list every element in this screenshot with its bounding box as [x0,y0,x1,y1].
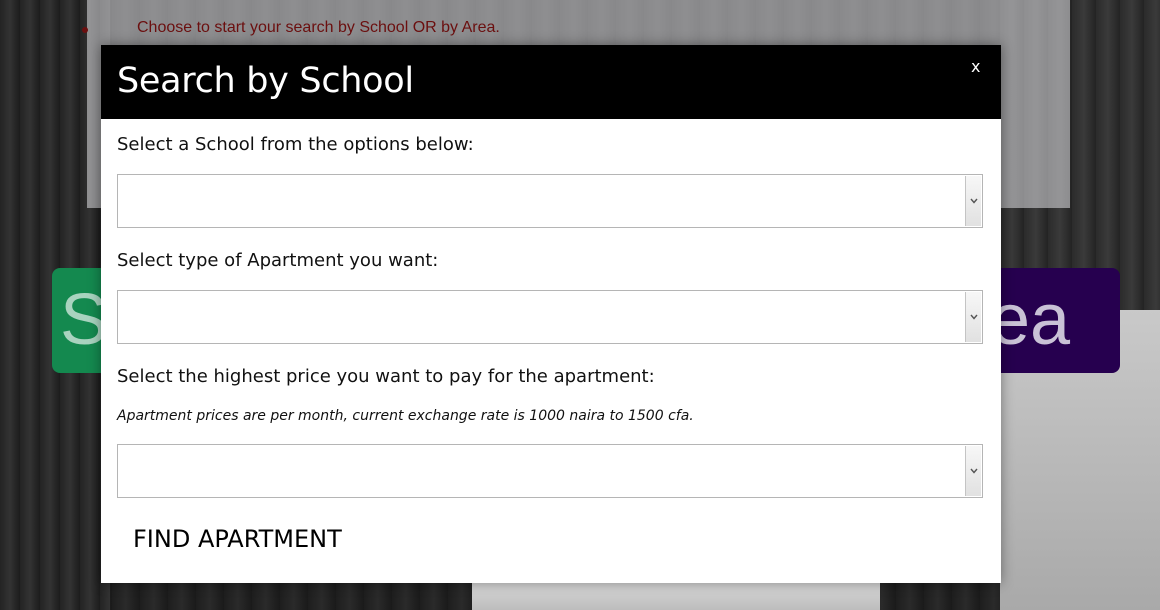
instruction-text: Choose to start your search by School OR… [137,19,500,36]
search-by-area-label: ea [990,280,1071,360]
school-select-label: Select a School from the options below: [117,134,474,155]
apartment-type-dropdown-arrow[interactable] [965,292,981,342]
apartment-type-label: Select type of Apartment you want: [117,250,439,271]
school-select[interactable] [117,174,983,228]
apartment-type-select[interactable] [117,290,983,344]
find-apartment-button[interactable]: FIND APARTMENT [117,519,358,559]
close-button[interactable]: x [971,57,980,76]
price-select-label: Select the highest price you want to pay… [117,366,655,387]
page: Choose to start your search by School OR… [0,0,1160,610]
chevron-down-icon [970,314,978,320]
chevron-down-icon [970,468,978,474]
bullet-icon [82,27,88,33]
price-dropdown-arrow[interactable] [965,446,981,496]
price-select[interactable] [117,444,983,498]
search-by-school-modal: Search by School x Select a School from … [101,45,1001,583]
price-note: Apartment prices are per month, current … [117,408,694,424]
modal-header: Search by School x [101,45,1001,119]
background-floor [472,583,880,610]
chevron-down-icon [970,198,978,204]
school-select-dropdown-arrow[interactable] [965,176,981,226]
modal-title: Search by School [117,61,414,101]
